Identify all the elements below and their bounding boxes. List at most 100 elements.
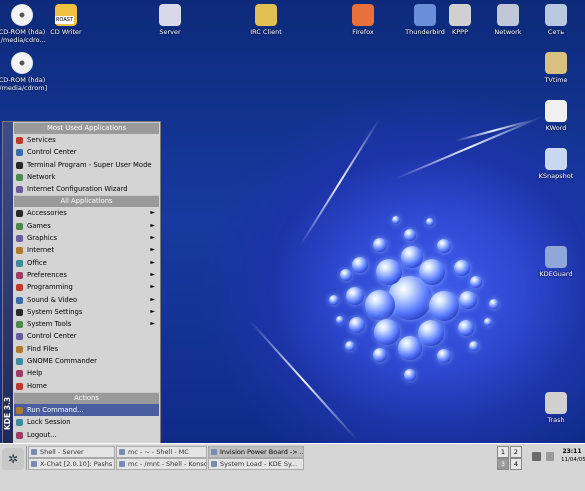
submenu-arrow-icon: ► — [150, 295, 155, 303]
menu-item-gnome-commander[interactable]: GNOME Commander — [14, 355, 159, 367]
trash-icon — [545, 392, 567, 414]
menu-item-logout[interactable]: Logout... — [14, 429, 159, 441]
menu-item-label: Internet — [27, 246, 54, 255]
menu-item-network[interactable]: Network — [14, 171, 159, 183]
task-icon — [211, 449, 217, 455]
menu-item-graphics[interactable]: Graphics ► — [14, 232, 159, 244]
graphics-icon — [16, 235, 23, 243]
menu-item-system-settings[interactable]: System Settings ► — [14, 306, 159, 318]
taskbar-task[interactable]: mc - /mnt - Shell - Konsole — [116, 458, 207, 470]
desktop-icon-label: Сеть — [547, 28, 565, 36]
programming-icon — [16, 284, 23, 292]
k-menu-button[interactable]: ✲ — [2, 448, 24, 470]
desktop-icon[interactable]: IRC Client — [236, 4, 296, 36]
cd-writer-badge: ROAST — [55, 16, 74, 24]
menu-item-accessories[interactable]: Accessories ► — [14, 207, 159, 219]
menu-item-office[interactable]: Office ► — [14, 257, 159, 269]
cdrom-icon — [11, 4, 33, 26]
menu-item-help[interactable]: Help — [14, 367, 159, 379]
menu-item-label: System Tools — [27, 320, 72, 329]
system-settings-icon — [16, 308, 23, 316]
menu-item-label: Graphics — [27, 234, 58, 243]
wallpaper-orb — [352, 257, 368, 273]
menu-item-system-tools[interactable]: System Tools ► — [14, 318, 159, 330]
taskbar-task[interactable]: mc - ~ - Shell - MC — [116, 446, 207, 458]
menu-sidebar: KDE 3.3 — [3, 122, 13, 444]
desktop-icon[interactable]: Firefox — [333, 4, 393, 36]
taskbar-task[interactable]: Shell - Server — [28, 446, 115, 458]
desktop-2-button[interactable]: 2 — [510, 446, 522, 458]
menu-item-control-center[interactable]: Control Center — [14, 146, 159, 158]
systray-icon[interactable] — [546, 452, 554, 461]
desktop-3-button[interactable]: 3 — [497, 458, 509, 470]
menu-item-label: System Settings — [27, 307, 83, 316]
desktop-icon[interactable]: CD-ROM (hda) [/media/cdrom] — [0, 52, 52, 92]
desktop-icon-label: IRC Client — [250, 28, 282, 36]
desktop-1-button[interactable]: 1 — [497, 446, 509, 458]
taskbar-task[interactable]: System Load - KDE Sy... — [208, 458, 304, 470]
taskbar-task[interactable]: Invision Power Board -> ... — [208, 446, 304, 458]
kde-version-label: KDE 3.3 — [3, 396, 12, 430]
wallpaper-orb — [470, 276, 482, 288]
desktop-icon[interactable]: KWord — [526, 100, 585, 132]
help-icon — [16, 370, 23, 378]
wallpaper-orb — [437, 239, 451, 253]
wallpaper-orb — [459, 291, 477, 309]
network-icon — [545, 4, 567, 26]
menu-item-find-files[interactable]: Find Files — [14, 343, 159, 355]
wallpaper-orb — [365, 290, 395, 320]
gnome-commander-icon — [16, 358, 23, 366]
desktop-icon[interactable]: Сеть — [526, 4, 585, 36]
menu-item-label: Network — [27, 172, 56, 181]
start-menu: KDE 3.3 Most Used Applications Services Co… — [2, 121, 161, 445]
desktop-icon[interactable]: Trash — [526, 392, 585, 424]
menu-item-terminal-program-super-user-mode[interactable]: Terminal Program - Super User Mode — [14, 159, 159, 171]
wallpaper-orb — [336, 316, 344, 324]
desktop-icon[interactable]: KDEGuard — [526, 246, 585, 278]
menu-item-home[interactable]: Home — [14, 380, 159, 392]
terminal-program-super-user-mode-icon — [16, 161, 23, 169]
menu-item-internet-configuration-wizard[interactable]: Internet Configuration Wizard — [14, 183, 159, 195]
menu-item-programming[interactable]: Programming ► — [14, 281, 159, 293]
camera-icon — [545, 148, 567, 170]
menu-item-control-center[interactable]: Control Center — [14, 330, 159, 342]
wallpaper-orb — [401, 246, 423, 268]
wallpaper-orb — [437, 349, 451, 363]
firefox-icon — [352, 4, 374, 26]
wallpaper-orb — [418, 320, 444, 346]
menu-item-run-command[interactable]: Run Command... — [14, 403, 159, 417]
menu-item-label: Services — [27, 136, 56, 144]
desktop-icon-sublabel: [/media/cdro... — [0, 36, 46, 44]
wallpaper-orb — [419, 259, 445, 285]
control-center-icon — [16, 149, 23, 157]
wallpaper-orb — [404, 229, 416, 241]
wallpaper-orb — [329, 295, 339, 305]
desktop-icon[interactable]: ROAST CD Writer — [36, 4, 96, 36]
menu-item-games[interactable]: Games ► — [14, 220, 159, 232]
wallpaper-orb — [345, 341, 355, 351]
desktop-icon[interactable]: Server — [140, 4, 200, 36]
clock[interactable]: 23:11 11/04/05 — [561, 448, 585, 464]
menu-item-sound-video[interactable]: Sound & Video ► — [14, 294, 159, 306]
menu-item-label: Find Files — [27, 344, 59, 353]
menu-section-actions: Actions — [14, 391, 159, 404]
desktop-icon[interactable]: TVtime — [526, 52, 585, 84]
taskbar-task[interactable]: X-Chat [2.0.10]: Pashs @... — [28, 458, 115, 470]
desktop-icon[interactable]: KSnapshot — [526, 148, 585, 180]
menu-item-lock-session[interactable]: Lock Session — [14, 416, 159, 428]
task-label: X-Chat [2.0.10]: Pashs @... — [40, 460, 114, 468]
menu-item-preferences[interactable]: Preferences ► — [14, 269, 159, 281]
menu-item-services[interactable]: Services — [14, 134, 159, 146]
task-label: Invision Power Board -> ... — [220, 448, 304, 456]
desktop-4-button[interactable]: 4 — [510, 458, 522, 470]
wallpaper-streak — [299, 118, 381, 247]
menu-items: Most Used Applications Services Control Ce… — [14, 122, 159, 441]
system-tools-icon — [16, 321, 23, 329]
wallpaper-streak — [249, 320, 358, 441]
desktop-icon-label: TVtime — [544, 76, 568, 84]
desktop-icon-label: CD Writer — [50, 28, 82, 36]
logout-icon — [16, 431, 23, 439]
internet-configuration-wizard-icon — [16, 186, 23, 194]
systray-icon[interactable] — [532, 452, 541, 461]
menu-item-internet[interactable]: Internet ► — [14, 244, 159, 256]
